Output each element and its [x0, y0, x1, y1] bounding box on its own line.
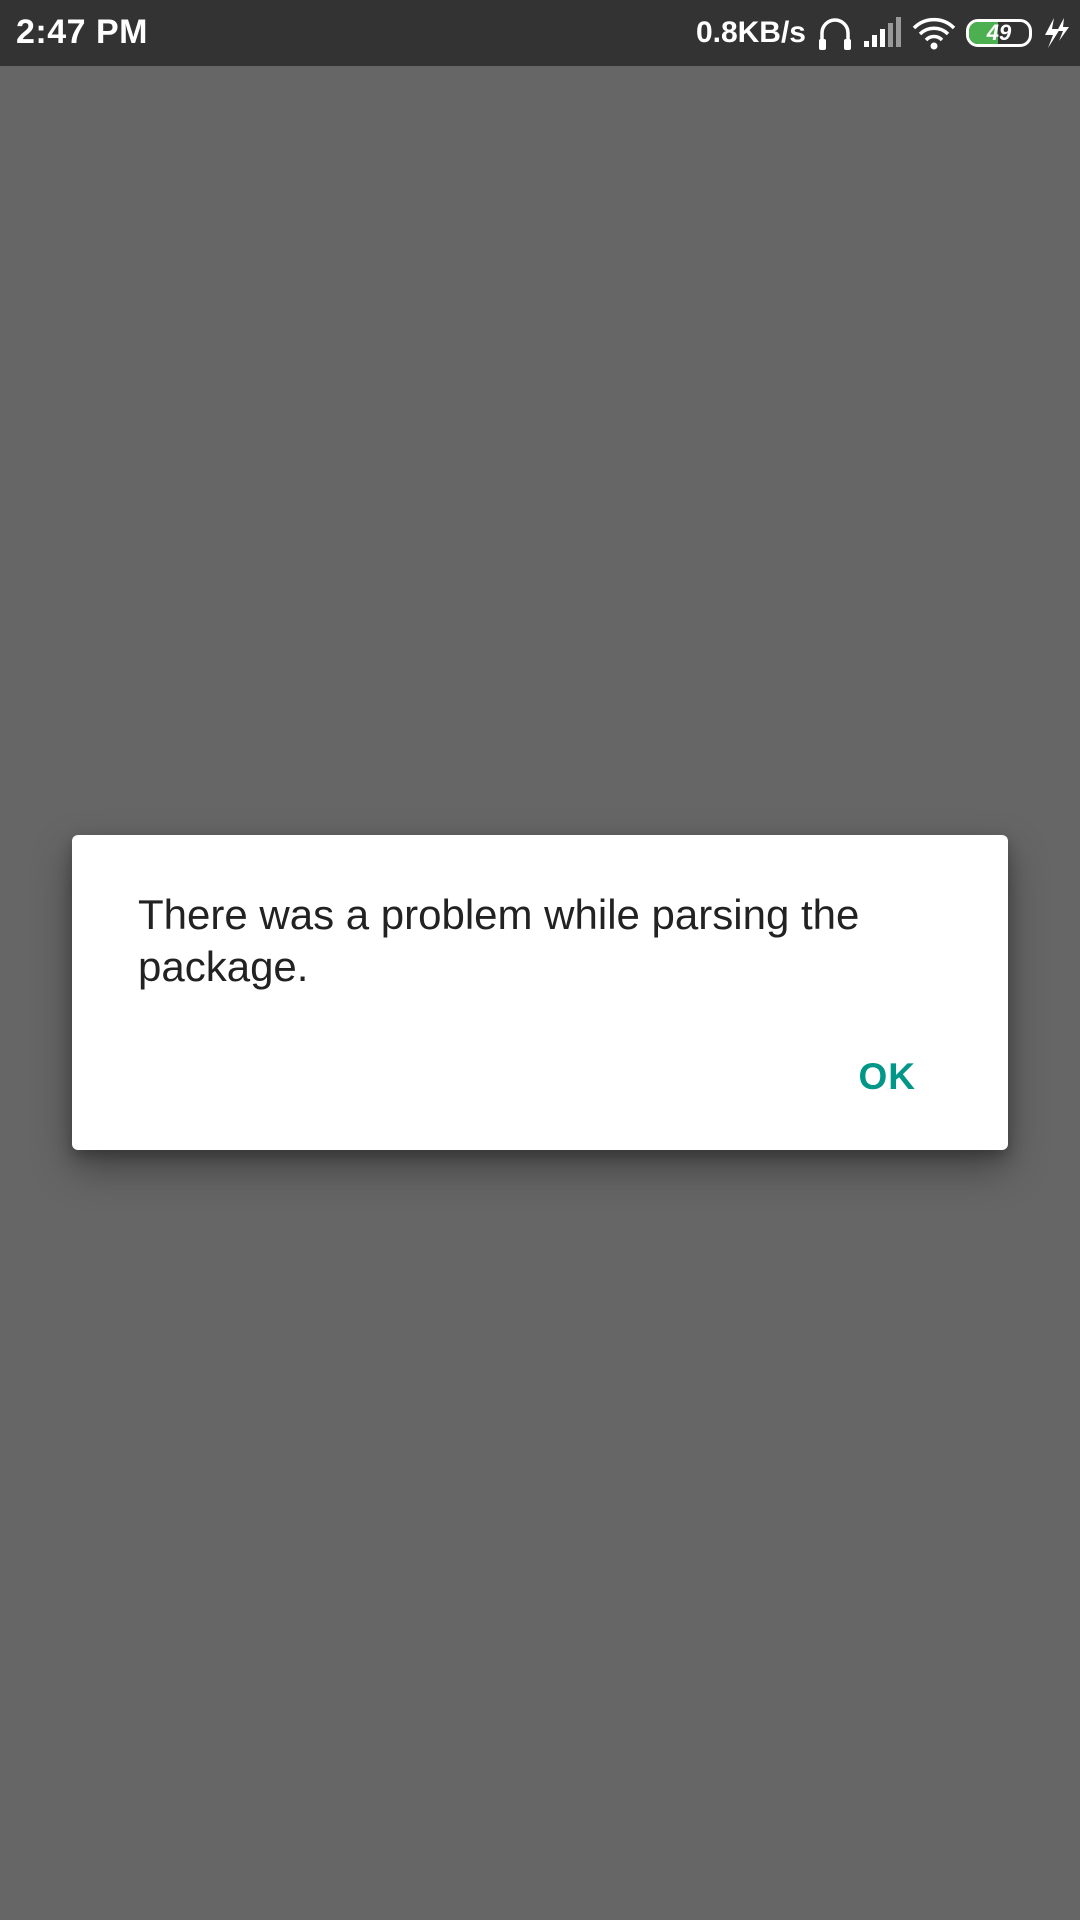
status-icons: 0.8KB/s 49	[696, 0, 1070, 66]
error-dialog: There was a problem while parsing the pa…	[72, 835, 1008, 1150]
battery-icon: 49	[966, 19, 1032, 47]
signal-icon	[862, 17, 902, 49]
battery-indicator: 49	[966, 19, 1032, 47]
battery-level: 49	[986, 20, 1012, 45]
network-speed: 0.8KB/s	[695, 16, 806, 49]
headphones-icon	[818, 13, 852, 53]
charging-icon	[1042, 17, 1070, 49]
status-bar: 2:47 PM 0.8KB/s 49	[0, 0, 1080, 66]
status-time: 2:47 PM	[16, 13, 148, 51]
wifi-icon	[912, 16, 956, 50]
ok-button[interactable]: OK	[847, 1048, 929, 1106]
dialog-message: There was a problem while parsing the pa…	[138, 891, 860, 990]
